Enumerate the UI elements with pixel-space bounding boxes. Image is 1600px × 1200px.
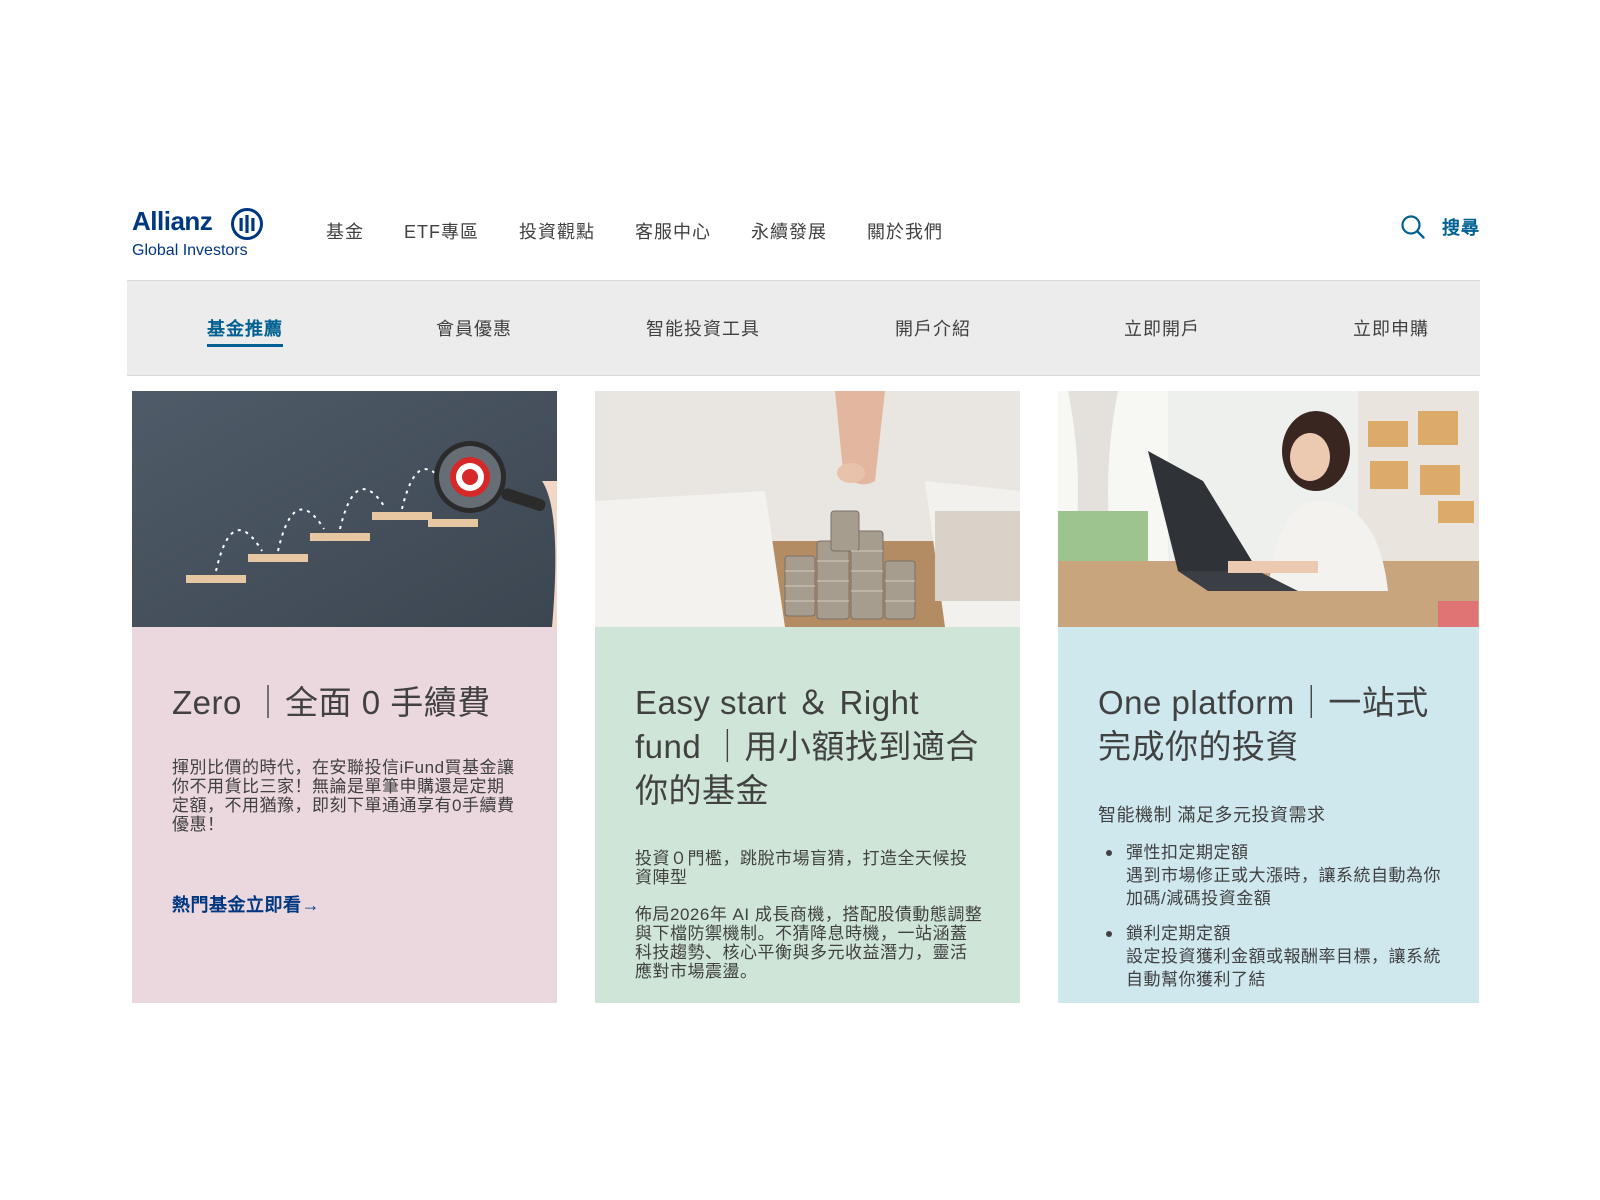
card-title: One platform｜一站式完成你的投資 <box>1098 684 1429 765</box>
promo-card-one-platform: One platform｜一站式完成你的投資 智能機制 滿足多元投資需求 彈性扣… <box>1058 391 1479 1003</box>
subnav-item-label: 立即申購 <box>1353 319 1429 339</box>
subnav-item-tools[interactable]: 智能投資工具 <box>623 315 783 341</box>
list-item-title: 彈性扣定期定額 <box>1126 843 1249 862</box>
list-item: 鎖利定期定額 設定投資獲利金額或報酬率目標，讓系統自動幫你獲利了結 <box>1098 922 1443 991</box>
subnav-item-member[interactable]: 會員優惠 <box>394 315 554 341</box>
card-description: 揮別比價的時代，在安聯投信iFund買基金讓你不用貨比三家！無論是單筆申購還是定… <box>172 758 515 834</box>
nav-item-about[interactable]: 關於我們 <box>867 218 943 244</box>
search-button[interactable]: 搜尋 <box>1400 214 1480 240</box>
card-title: Easy start ＆ Right fund ｜用小額找到適合你的基金 <box>635 684 979 809</box>
link-label: 熱門基金立即看 <box>172 895 302 915</box>
card-subtitle: 智能機制 滿足多元投資需求 <box>1098 805 1326 825</box>
card-title: Zero ｜全面 0 手續費 <box>172 684 491 721</box>
search-label: 搜尋 <box>1442 218 1480 238</box>
list-item-description: 遇到市場修正或大漲時，讓系統自動為你加碼/減碼投資金額 <box>1126 866 1441 908</box>
sub-nav: 基金推薦 會員優惠 智能投資工具 開戶介紹 立即開戶 立即申購 <box>127 280 1480 376</box>
list-item: 彈性扣定期定額 遇到市場修正或大漲時，讓系統自動為你加碼/減碼投資金額 <box>1098 841 1443 910</box>
subnav-item-recommended[interactable]: 基金推薦 <box>165 315 325 347</box>
list-item-description: 設定投資獲利金額或報酬率目標，讓系統自動幫你獲利了結 <box>1126 947 1441 989</box>
subnav-item-account-intro[interactable]: 開戶介紹 <box>853 315 1013 341</box>
feature-list: 彈性扣定期定額 遇到市場修正或大漲時，讓系統自動為你加碼/減碼投資金額 鎖利定期… <box>1098 841 1443 1003</box>
card-description-secondary: 佈局2026年 AI 成長商機，搭配股債動態調整與下檔防禦機制。不猜降息時機，一… <box>635 905 983 981</box>
nav-item-etf[interactable]: ETF專區 <box>404 218 479 244</box>
stairs-target-image <box>132 391 557 627</box>
logo-subtitle: Global Investors <box>132 242 248 259</box>
subnav-item-label: 會員優惠 <box>436 319 512 339</box>
allianz-logo[interactable]: Allianz Global Investors <box>132 206 272 262</box>
hot-funds-link[interactable]: 熱門基金立即看→ <box>172 891 320 917</box>
nav-item-sustainability[interactable]: 永續發展 <box>751 218 827 244</box>
subnav-item-label: 基金推薦 <box>207 315 283 347</box>
nav-item-service[interactable]: 客服中心 <box>635 218 711 244</box>
search-icon <box>1401 215 1425 239</box>
main-nav: 基金 ETF專區 投資觀點 客服中心 永續發展 關於我們 <box>326 218 983 244</box>
promo-card-zero-fee: Zero ｜全面 0 手續費 揮別比價的時代，在安聯投信iFund買基金讓你不用… <box>132 391 557 1003</box>
subnav-item-label: 智能投資工具 <box>646 319 760 339</box>
site-header: Allianz Global Investors 基金 ETF專區 投資觀點 客… <box>132 200 1480 280</box>
nav-item-insights[interactable]: 投資觀點 <box>519 218 595 244</box>
subnav-item-label: 開戶介紹 <box>895 319 971 339</box>
subnav-item-open-account[interactable]: 立即開戶 <box>1082 315 1242 341</box>
card-description: 投資０門檻，跳脫市場盲猜，打造全天候投資陣型 <box>635 849 968 887</box>
coin-stacks-image <box>595 391 1020 627</box>
woman-laptop-image <box>1058 391 1479 627</box>
list-item-title: 鎖利定期定額 <box>1126 924 1231 943</box>
logo-wordmark: Allianz <box>132 206 213 236</box>
promo-card-easy-start: Easy start ＆ Right fund ｜用小額找到適合你的基金 投資０… <box>595 391 1020 1003</box>
subnav-item-subscribe[interactable]: 立即申購 <box>1311 315 1471 341</box>
arrow-right-icon: → <box>301 895 320 915</box>
nav-item-funds[interactable]: 基金 <box>326 218 364 244</box>
allianz-eagle-icon <box>231 208 263 240</box>
subnav-item-label: 立即開戶 <box>1124 319 1200 339</box>
